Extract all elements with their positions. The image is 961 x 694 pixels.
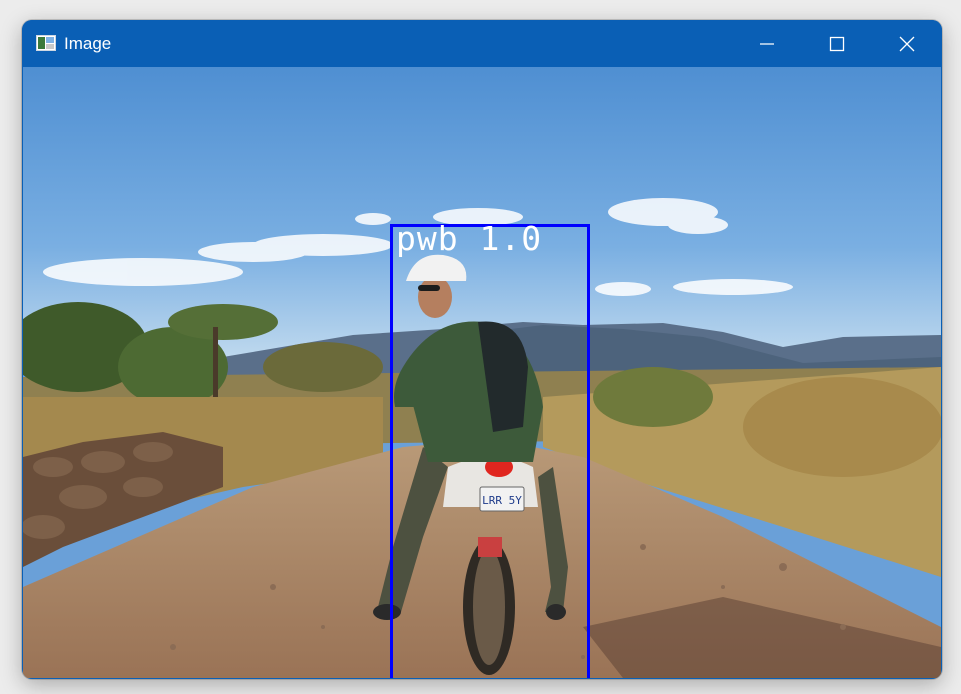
minimize-icon (759, 36, 775, 52)
title-bar[interactable]: Image (22, 20, 942, 67)
maximize-button[interactable] (802, 20, 872, 67)
detection-box (390, 224, 590, 678)
window-title: Image (64, 34, 112, 53)
close-button[interactable] (872, 20, 942, 67)
detection-label: pwb 1.0 (396, 219, 543, 258)
close-icon (899, 36, 915, 52)
image-canvas: LRR 5Y pwb 1.0 (23, 67, 941, 678)
maximize-icon (829, 36, 845, 52)
image-window: Image LRR 5Y pwb 1.0 (22, 20, 942, 679)
minimize-button[interactable] (732, 20, 802, 67)
app-icon (36, 35, 56, 51)
